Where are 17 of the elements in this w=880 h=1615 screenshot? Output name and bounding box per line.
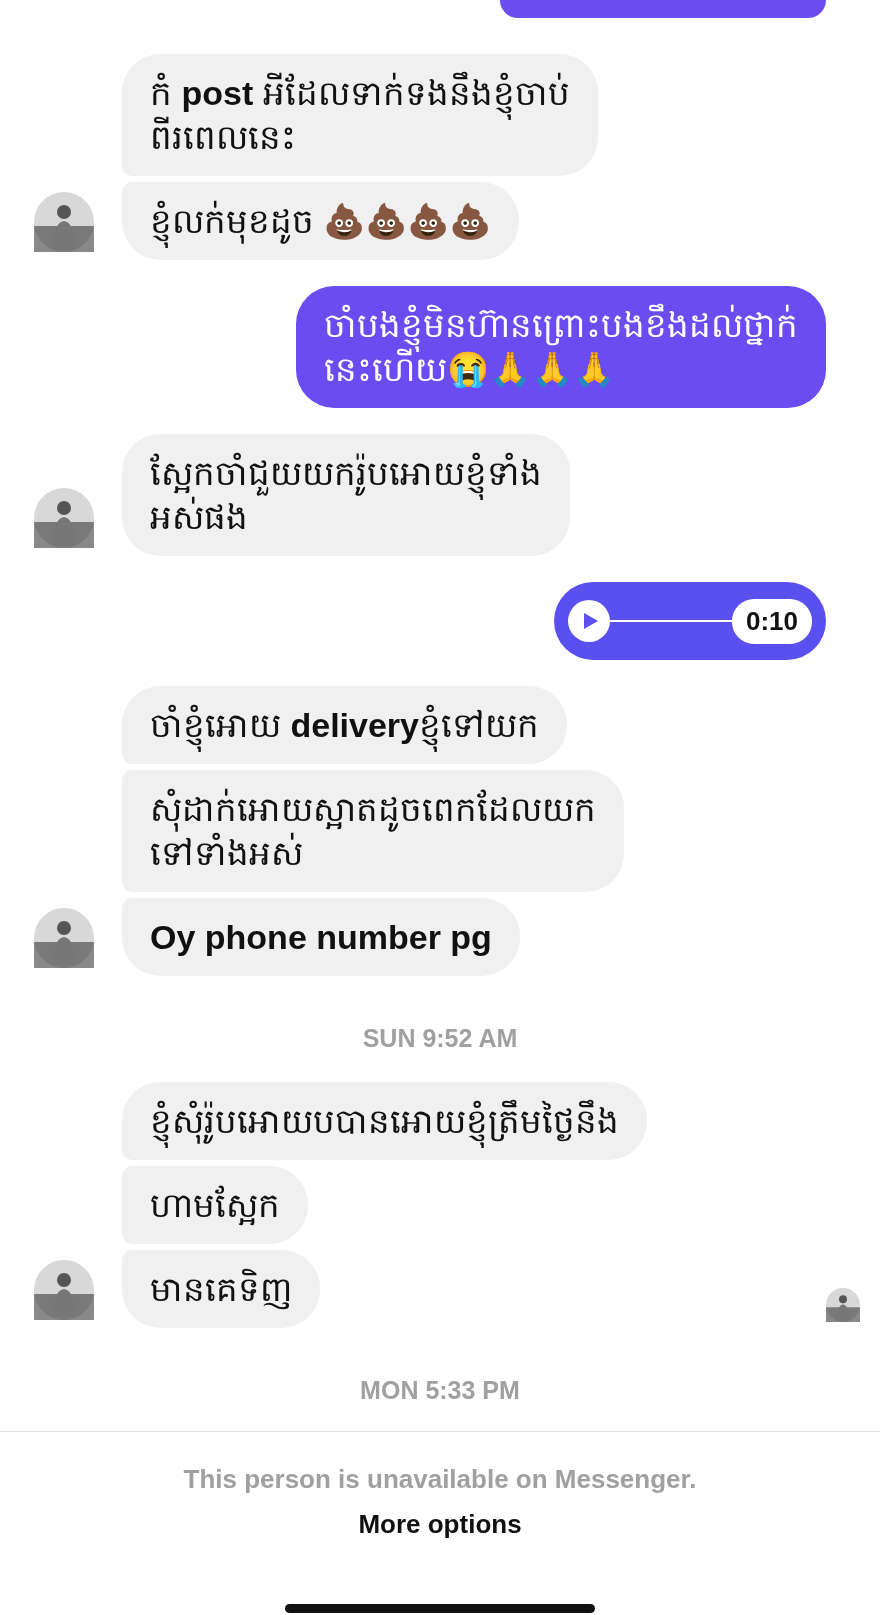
message-bubble: ចាំបងខ្ញុំមិនហ៊ានព្រោះបងខឹងដល់ថ្នាក់ នេះហើយ😭🙏🙏🙏 (296, 286, 826, 408)
audio-duration: 0:10 (731, 598, 812, 644)
message-bubble: ចាំខ្ញុំអោយ deliveryខ្ញុំទៅយក (122, 686, 567, 764)
message-bubble: មានគេទិញ (122, 1249, 320, 1328)
message-bubble: ហាមស្អែក (122, 1165, 308, 1244)
timestamp: MON 5:33 PM (360, 1375, 520, 1404)
more-options-link[interactable]: More options (358, 1505, 522, 1544)
message-bubble: ស្អែកចាំជួយយករ៉ូបអោយខ្ញុំទាំង អស់ផង (122, 434, 570, 556)
message-bubble: កំ post អីដែលទាក់ទងនឹងខ្ញុំចាប់ ពីរពេលនេះ (122, 54, 598, 176)
message-bubble: សុំដាក់អោយស្អាតដូចពេកដែលយក ទៅទាំងអស់ (122, 770, 624, 892)
voice-message[interactable]: 0:10 (554, 582, 826, 660)
message-bubble: ខ្ញុំសុំរ៉ូបអោយបបានអោយខ្ញុំត្រឹមថ្ងៃនឹង (122, 1081, 647, 1160)
message-bubble: Oy phone number pg (122, 898, 520, 976)
play-icon[interactable] (568, 600, 610, 642)
message-bubble: ខ្ញុំលក់មុខដូច 💩💩💩💩 (122, 182, 520, 260)
unavailable-notice: This person is unavailable on Messenger. (183, 1464, 697, 1494)
timestamp: SUN 9:52 AM (362, 1024, 518, 1052)
